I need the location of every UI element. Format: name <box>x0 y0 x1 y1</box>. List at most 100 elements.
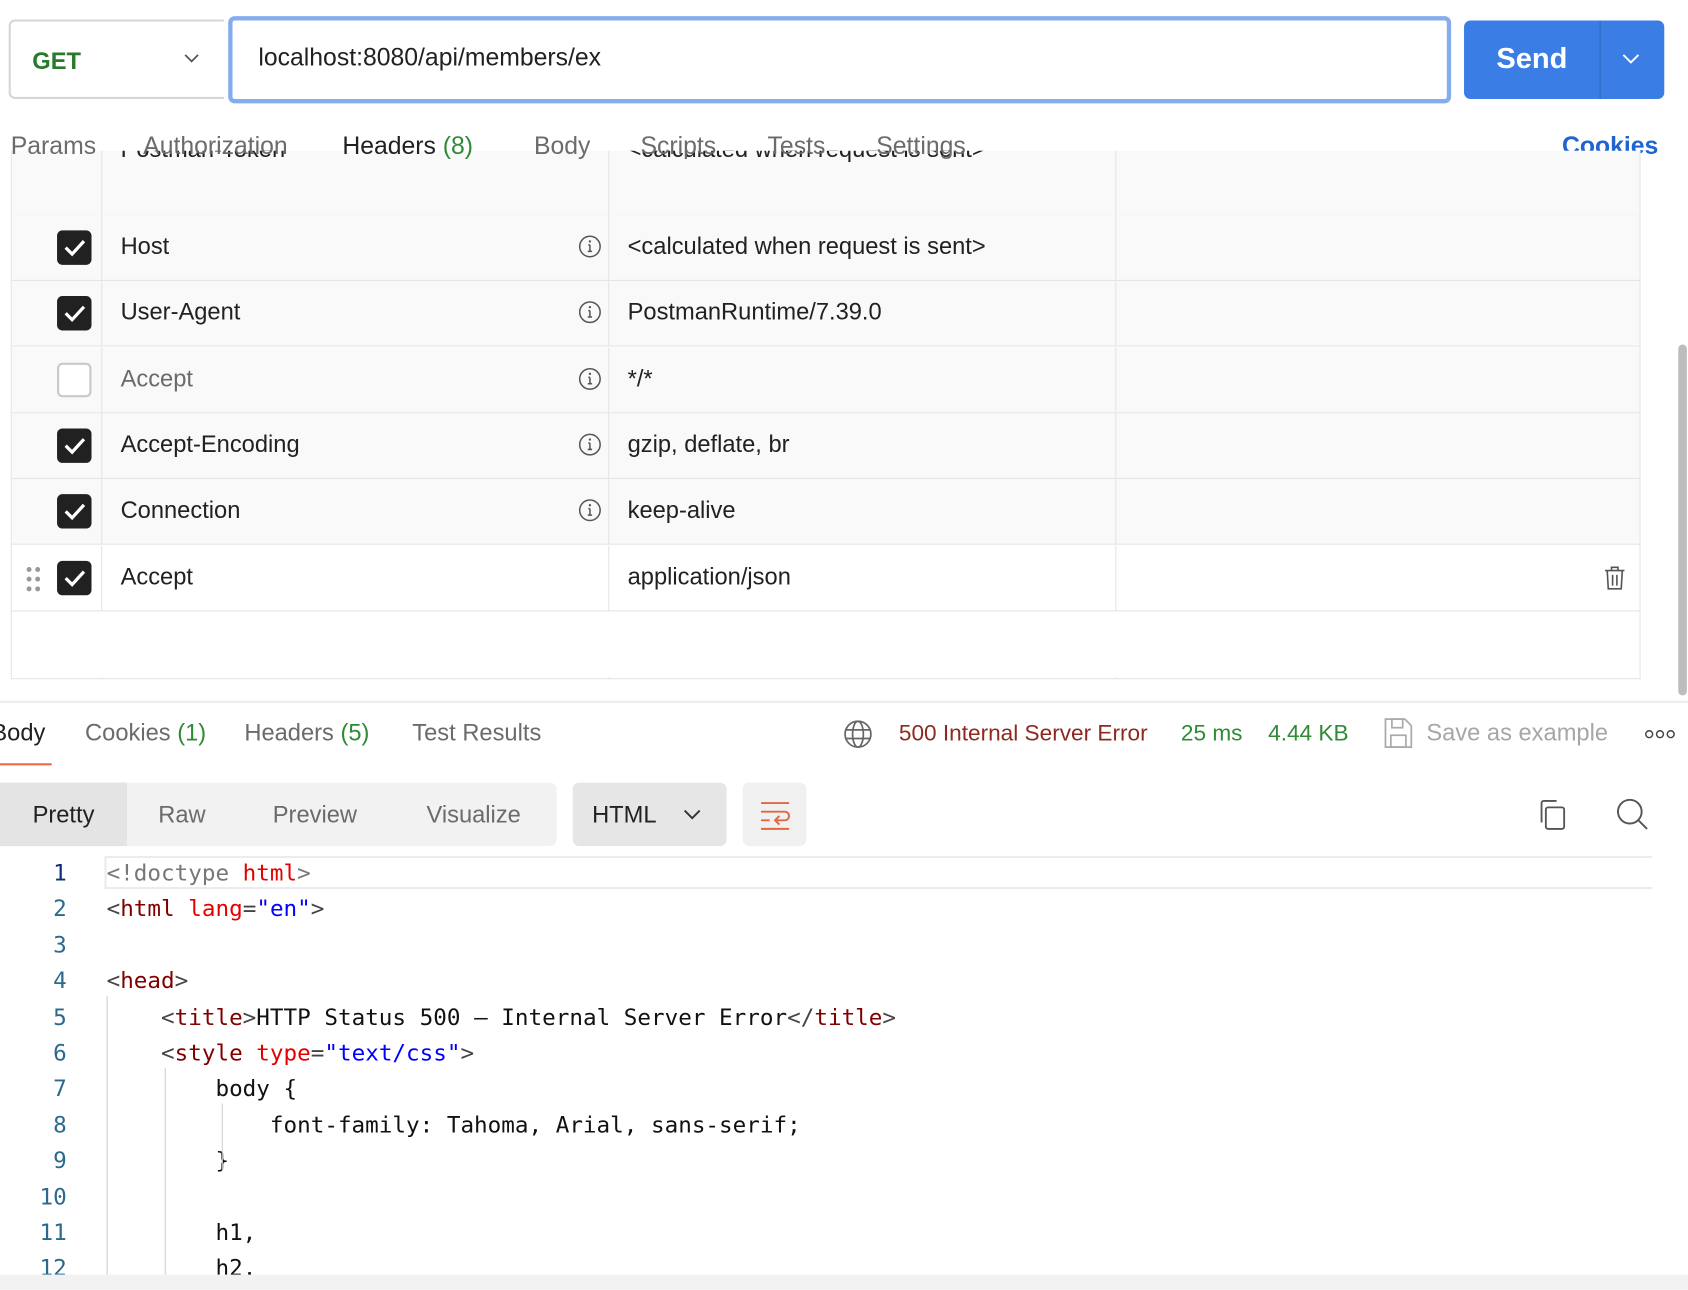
view-mode-selector: Pretty Raw Preview Visualize <box>0 782 557 847</box>
code-token: type <box>256 1039 311 1066</box>
response-body-editor[interactable]: 1 <!doctype html> 2 <html lang="en"> 3 4 <head… <box>0 855 1653 1276</box>
header-description-cell[interactable] <box>1116 281 1639 346</box>
url-field[interactable] <box>228 16 1452 104</box>
header-description-cell[interactable] <box>1116 215 1639 280</box>
header-value-cell[interactable]: keep-alive <box>609 479 1117 544</box>
method-select[interactable]: GET <box>8 19 224 100</box>
code-token: = <box>242 896 257 922</box>
save-as-example-label: Save as example <box>1426 719 1609 747</box>
save-icon <box>1384 718 1413 748</box>
chevron-down-icon[interactable] <box>1621 51 1640 66</box>
send-button[interactable]: Send <box>1464 20 1665 100</box>
trash-icon[interactable] <box>1603 565 1627 591</box>
header-description-cell[interactable] <box>1116 413 1639 478</box>
response-tab-headers[interactable]: Headers (5) <box>244 719 369 747</box>
key-input[interactable]: Key <box>102 677 610 679</box>
description-input[interactable]: Description <box>1116 677 1639 678</box>
tab-settings[interactable]: Settings <box>876 131 965 160</box>
code-token: HTTP Status 500 – Internal Server Error <box>256 1003 788 1030</box>
tab-headers[interactable]: Headers (8) <box>342 131 473 160</box>
check-icon <box>64 306 86 323</box>
checkbox-checked[interactable] <box>57 296 92 331</box>
info-icon[interactable] <box>578 433 602 457</box>
header-key-cell[interactable]: Host <box>102 215 610 280</box>
line-number: 5 <box>53 1003 67 1030</box>
header-value: PostmanRuntime/7.39.0 <box>627 298 882 326</box>
drag-handle-icon[interactable] <box>25 565 42 593</box>
header-description-cell[interactable] <box>1116 151 1639 216</box>
indent-guide <box>221 1103 223 1172</box>
header-key-cell[interactable]: Accept-Encoding <box>102 413 610 478</box>
info-icon[interactable] <box>578 235 602 259</box>
header-value-cell[interactable]: <calculated when request is sent> <box>609 215 1117 280</box>
response-tab-test-results[interactable]: Test Results <box>412 719 541 747</box>
format-select[interactable]: HTML <box>572 782 727 847</box>
view-mode-preview[interactable]: Preview <box>237 783 393 847</box>
response-tab-body[interactable]: Body <box>0 719 45 747</box>
checkbox-checked[interactable] <box>57 560 92 595</box>
view-mode-raw[interactable]: Raw <box>127 783 237 847</box>
header-description-cell[interactable] <box>1116 545 1639 610</box>
code-line: body { <box>107 1076 297 1102</box>
tab-params[interactable]: Params <box>11 131 96 160</box>
info-icon[interactable] <box>578 367 602 391</box>
line-number: 2 <box>53 896 67 922</box>
info-icon[interactable] <box>578 301 602 325</box>
more-options-icon[interactable] <box>1644 729 1675 740</box>
chevron-down-icon <box>184 54 199 63</box>
checkbox-checked[interactable] <box>57 494 92 529</box>
line-number: 7 <box>53 1075 67 1102</box>
scrollbar[interactable] <box>1678 344 1687 696</box>
checkbox-checked[interactable] <box>57 230 92 265</box>
line-number: 10 <box>39 1183 67 1210</box>
globe-icon[interactable] <box>843 719 873 749</box>
header-key-cell[interactable]: Connection <box>102 479 610 544</box>
tab-authorization[interactable]: Authorization <box>143 131 288 160</box>
tab-label: Scripts <box>640 131 717 160</box>
view-mode-visualize[interactable]: Visualize <box>393 783 554 847</box>
response-tab-cookies[interactable]: Cookies (1) <box>85 719 206 747</box>
code-token: </ <box>787 1003 815 1030</box>
tab-tests[interactable]: Tests <box>768 131 826 160</box>
header-value: gzip, deflate, br <box>627 430 790 458</box>
value-input[interactable]: Value <box>609 677 1117 679</box>
checkbox-cell <box>12 479 103 544</box>
header-row: Accept */* <box>11 347 1640 413</box>
tab-scripts[interactable]: Scripts <box>641 131 717 160</box>
indent-guide <box>106 995 108 1276</box>
header-value-cell[interactable]: application/json <box>609 545 1117 610</box>
view-mode-pretty[interactable]: Pretty <box>0 782 128 847</box>
code-line: h2, <box>106 1255 257 1276</box>
header-row: Host <calculated when request is sent> <box>11 215 1640 281</box>
code-token: h1, <box>106 1219 257 1246</box>
status-code[interactable]: 500 Internal Server Error <box>899 721 1148 747</box>
checkbox-unchecked[interactable] <box>57 362 92 397</box>
method-label: GET <box>32 47 81 75</box>
header-value-cell[interactable]: gzip, deflate, br <box>609 413 1117 478</box>
header-description-cell[interactable] <box>1116 347 1639 412</box>
header-description-cell[interactable] <box>1116 479 1639 544</box>
response-size[interactable]: 4.44 KB <box>1268 721 1348 747</box>
tab-body[interactable]: Body <box>534 131 590 160</box>
code-token: h2, <box>106 1255 257 1276</box>
wrap-lines-button[interactable] <box>742 782 807 847</box>
info-icon[interactable] <box>578 499 602 523</box>
line-number: 12 <box>39 1255 67 1276</box>
header-key: Accept <box>120 364 193 392</box>
code-token: "en" <box>256 896 311 922</box>
code-token: <!doctype <box>106 860 243 886</box>
header-key-cell[interactable]: User-Agent <box>102 281 610 346</box>
header-key-cell[interactable]: Accept <box>102 545 610 610</box>
checkbox-checked[interactable] <box>57 428 92 463</box>
pane-divider[interactable] <box>0 700 1688 703</box>
copy-icon[interactable] <box>1536 799 1568 831</box>
checkbox-cell <box>12 215 103 280</box>
header-value-cell[interactable]: */* <box>609 347 1117 412</box>
search-icon[interactable] <box>1615 797 1649 831</box>
header-key-cell[interactable]: Accept <box>102 347 610 412</box>
line-number: 6 <box>53 1039 67 1066</box>
line-number: 1 <box>53 860 67 886</box>
header-value-cell[interactable]: PostmanRuntime/7.39.0 <box>609 281 1117 346</box>
response-time[interactable]: 25 ms <box>1181 721 1243 747</box>
url-input[interactable] <box>256 41 1424 74</box>
